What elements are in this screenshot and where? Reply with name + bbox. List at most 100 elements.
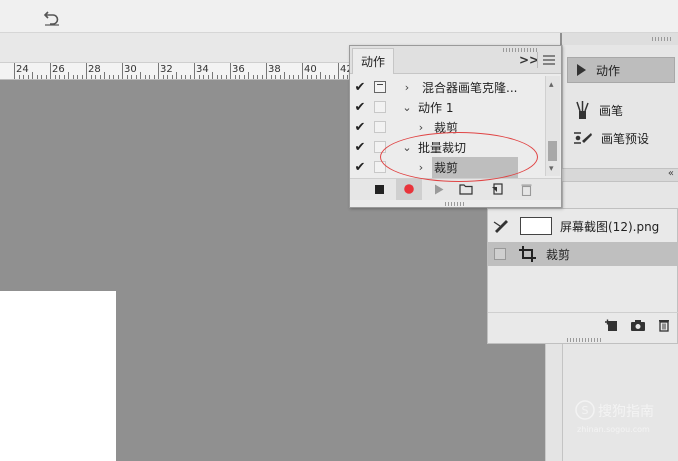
ruler-tick	[234, 75, 236, 79]
dock-actions-label: 动作	[596, 63, 621, 78]
ruler-tick	[207, 75, 209, 79]
history-step-row[interactable]: 裁剪	[488, 242, 678, 266]
history-step-checkbox[interactable]	[494, 248, 506, 260]
history-step-label: 裁剪	[546, 247, 571, 262]
ruler-tick	[243, 75, 245, 79]
trash-icon	[521, 184, 531, 196]
dock-brush-button[interactable]: 画笔	[567, 97, 675, 123]
brush-preset-icon	[574, 132, 592, 144]
ruler-tick	[216, 75, 218, 79]
action-row[interactable]: ✔ › 混合器画笔克隆...	[350, 77, 545, 97]
watermark-logo-icon: S	[575, 400, 595, 420]
snapshot-label: 屏幕截图(12).png	[560, 219, 660, 234]
ruler-tick	[171, 75, 173, 79]
ruler-tick	[257, 75, 258, 79]
history-brush-icon	[493, 220, 508, 233]
undo-icon[interactable]	[42, 7, 62, 27]
action-set-row[interactable]: ✔ ⌄ 动作 1	[350, 97, 545, 117]
new-action-button[interactable]	[486, 180, 508, 198]
dock-top-strip	[562, 33, 678, 45]
dock-actions-button[interactable]: 动作	[567, 57, 675, 83]
ruler-label: 24	[16, 64, 29, 75]
chevron-down-icon[interactable]: ⌄	[400, 101, 414, 114]
scrollbar-thumb[interactable]	[548, 141, 557, 161]
ruler-tick	[279, 75, 281, 79]
scroll-down-icon[interactable]: ▾	[549, 164, 554, 174]
dialog-toggle[interactable]	[374, 81, 386, 93]
dock-brush-preset-label: 画笔预设	[601, 131, 650, 146]
toggle-check-icon[interactable]: ✔	[350, 100, 370, 115]
ruler-tick	[266, 63, 267, 79]
ruler-tick	[63, 75, 65, 79]
collapse-icon[interactable]: «	[668, 168, 674, 179]
ruler-tick	[113, 75, 114, 79]
new-document-from-state-icon[interactable]	[604, 318, 618, 332]
chevron-right-icon[interactable]: ›	[400, 81, 414, 94]
ruler-tick	[333, 75, 335, 79]
history-snapshot-row[interactable]: 屏幕截图(12).png	[488, 212, 678, 240]
camera-icon[interactable]	[630, 318, 646, 332]
ruler-tick	[158, 63, 159, 79]
actions-bottom-grip[interactable]	[445, 202, 465, 206]
play-icon	[435, 184, 444, 194]
dialog-toggle[interactable]	[374, 121, 386, 133]
dock-brush-preset-button[interactable]: 画笔预设	[567, 125, 675, 151]
dialog-toggle[interactable]	[374, 101, 386, 113]
actions-scrollbar[interactable]: ▴ ▾	[545, 76, 560, 176]
new-set-button[interactable]	[455, 180, 477, 198]
ruler-tick	[135, 75, 137, 79]
options-bar	[0, 0, 678, 33]
new-action-icon	[492, 183, 503, 195]
ruler-label: 32	[160, 64, 173, 75]
ruler-tick	[324, 75, 326, 79]
ruler-tick	[86, 63, 87, 79]
ruler-tick	[261, 75, 263, 79]
ruler-tick	[212, 72, 213, 79]
ruler-tick	[180, 75, 182, 79]
ruler-tick	[45, 75, 47, 79]
ruler-tick	[306, 75, 308, 79]
folder-icon	[459, 184, 473, 195]
play-icon	[577, 64, 586, 76]
history-grip[interactable]	[567, 338, 603, 342]
trash-icon[interactable]	[658, 318, 670, 332]
ruler-tick	[50, 63, 51, 79]
delete-button[interactable]	[515, 180, 537, 198]
ruler-tick	[32, 72, 33, 79]
scroll-up-icon[interactable]: ▴	[549, 80, 554, 90]
panel-menu-icon[interactable]	[543, 55, 555, 65]
ruler-label: 40	[304, 64, 317, 75]
header-divider	[537, 52, 538, 68]
toggle-check-icon[interactable]: ✔	[350, 160, 370, 175]
ruler-tick	[90, 75, 92, 79]
ruler-tick	[18, 75, 20, 79]
ruler-tick	[320, 72, 321, 79]
ruler-tick	[297, 75, 299, 79]
ruler-tick	[140, 72, 141, 79]
record-button[interactable]	[398, 180, 420, 198]
dock-brush-label: 画笔	[599, 103, 624, 118]
ruler-tick	[225, 75, 227, 79]
ruler-tick	[27, 75, 29, 79]
ruler-tick	[311, 75, 312, 79]
ruler-tick	[248, 72, 249, 79]
ruler-tick	[284, 72, 285, 79]
record-icon	[404, 184, 414, 194]
actions-panel-grip[interactable]	[503, 48, 539, 52]
chevron-right-icon[interactable]: ›	[414, 121, 428, 134]
ruler-tick	[81, 75, 83, 79]
dock-grip[interactable]	[652, 37, 672, 41]
stop-button[interactable]	[368, 180, 390, 198]
toggle-check-icon[interactable]: ✔	[350, 140, 370, 155]
tab-actions[interactable]: 动作	[352, 48, 394, 74]
document-canvas[interactable]	[0, 291, 116, 461]
dock-separator: «	[562, 168, 678, 182]
toggle-check-icon[interactable]: ✔	[350, 120, 370, 135]
crop-icon	[519, 246, 536, 262]
ruler-tick	[176, 72, 177, 79]
toggle-check-icon[interactable]: ✔	[350, 80, 370, 95]
ruler-tick	[221, 75, 222, 79]
horizontal-ruler: 24 26 28 30 32 34 36 38 40 42	[0, 63, 352, 80]
play-button[interactable]	[428, 180, 450, 198]
ruler-tick	[185, 75, 186, 79]
